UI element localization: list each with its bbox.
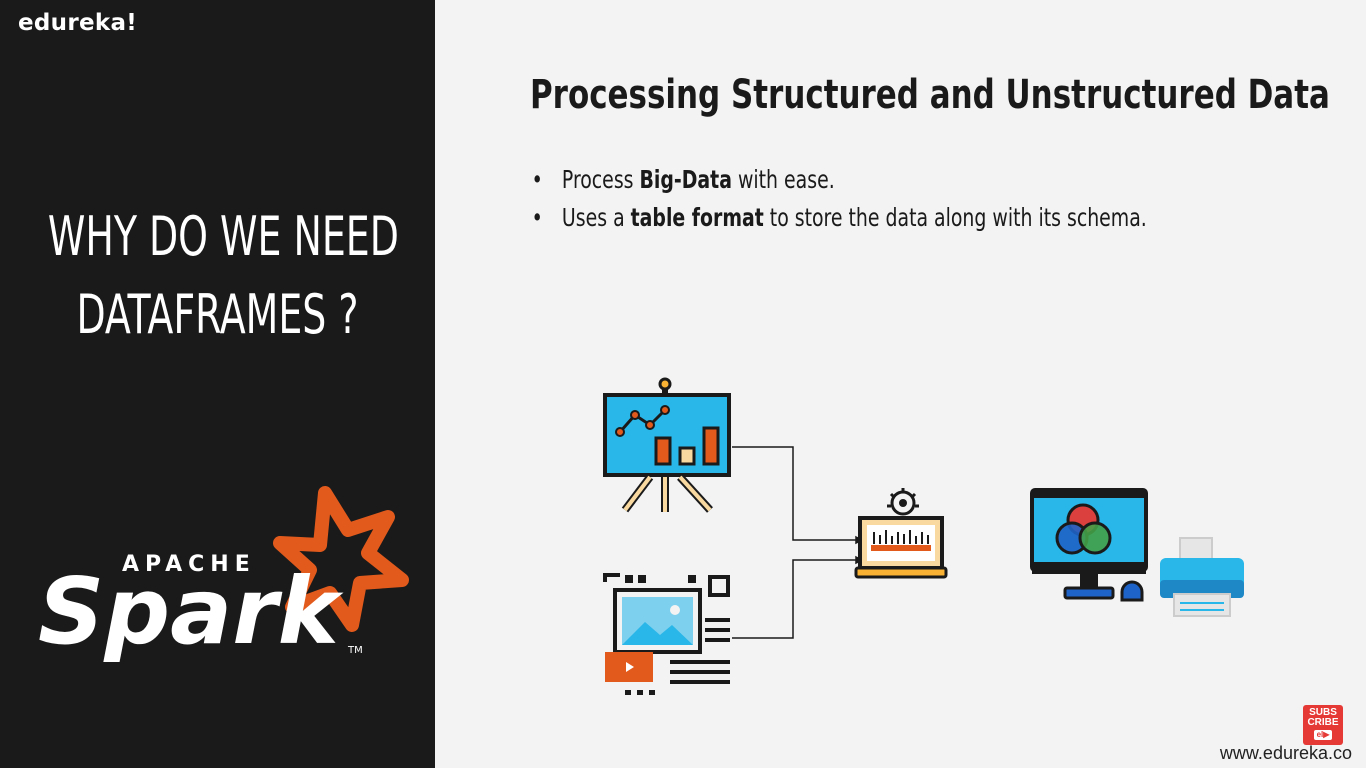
section-title-line2: DATAFRAMES ? [76, 283, 359, 346]
bullet-list: Process Big-Data with ease. Uses a table… [530, 162, 1147, 238]
section-title-line1: WHY DO WE NEED [47, 205, 399, 268]
monitor-color-wheel-icon [1030, 488, 1148, 602]
logo-tm-text: TM [347, 645, 363, 656]
left-panel: edureka! WHY DO WE NEED DATAFRAMES ? APA… [0, 0, 435, 768]
subscribe-button[interactable]: SUBS CRIBE el▶ [1303, 705, 1343, 745]
bullet-item: Uses a table format to store the data al… [530, 200, 1147, 238]
slide-title: Processing Structured and Unstructured D… [530, 72, 1330, 118]
connector-arrows [732, 446, 864, 639]
presentation-board-chart-icon [603, 377, 731, 513]
data-processing-diagram [603, 377, 1244, 695]
edureka-logo: edureka! [18, 10, 138, 36]
printer-icon [1160, 537, 1244, 617]
laptop-processing-icon [854, 488, 948, 579]
section-title: WHY DO WE NEED DATAFRAMES ? [47, 198, 399, 354]
bell-icon: el▶ [1313, 730, 1333, 740]
logo-spark-text: Spark [38, 558, 344, 665]
media-document-icon [603, 573, 730, 695]
apache-spark-logo: APACHE Spark TM [38, 486, 409, 665]
footer-url: www.edureka.co [1219, 743, 1352, 763]
bullet-item: Process Big-Data with ease. [530, 162, 1147, 200]
